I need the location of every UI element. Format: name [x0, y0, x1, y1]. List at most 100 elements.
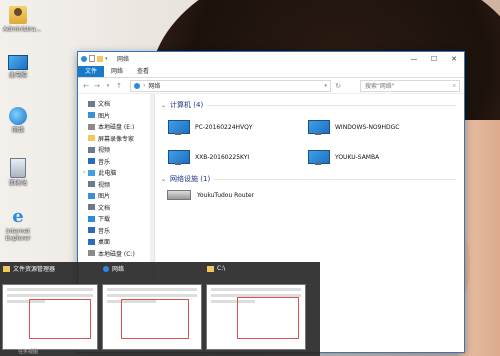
refresh-icon[interactable]: ↻ [334, 82, 342, 90]
network-icon [134, 82, 140, 89]
forward-arrow-icon[interactable]: → [93, 82, 101, 90]
tab-view[interactable]: 查看 [130, 66, 156, 77]
window-controls: — ☐ ✕ [404, 55, 464, 63]
maximize-button[interactable]: ☐ [424, 55, 444, 63]
desktop-icon-label: Internet Explorer [5, 228, 31, 242]
group-network-devices[interactable]: ⌄ 网络设施 (1) [161, 174, 464, 184]
network-icon [9, 107, 27, 125]
nav-item-label: 文档 [98, 101, 111, 109]
nav-item[interactable]: 图片 [78, 110, 154, 122]
properties-icon[interactable] [89, 55, 95, 62]
task-thumbnail-file-explorer[interactable]: 文件资源管理器 [0, 262, 100, 356]
nav-item[interactable]: 桌面 [78, 236, 154, 248]
desktop-icon-this-pc[interactable]: 此电脑 [3, 55, 33, 79]
nav-item-label: 图片 [98, 193, 111, 201]
desktop-icon-recycle-bin[interactable]: 回收站 [3, 158, 33, 187]
collapse-chevron-icon[interactable]: ⌄ [161, 176, 166, 183]
tab-file[interactable]: 文件 [78, 66, 105, 77]
computer-item[interactable]: WINDOWS-NO9HDGC [307, 116, 447, 138]
breadcrumb-network[interactable]: 网络 [148, 81, 160, 90]
router-icon [167, 190, 191, 200]
nav-item[interactable]: 音乐 [78, 225, 154, 237]
folder-icon [3, 265, 10, 272]
nav-item[interactable]: 音乐 [78, 156, 154, 168]
title-bar[interactable]: ▾ 网络 — ☐ ✕ [78, 52, 464, 65]
nav-item-label: 下载 [98, 216, 111, 224]
nav-item[interactable]: › 此电脑 [78, 167, 154, 179]
desktop-icon-label: Administra... [3, 26, 42, 33]
close-button[interactable]: ✕ [444, 55, 464, 63]
nav-item-label: 视频 [98, 147, 111, 155]
folder-icon [88, 135, 95, 142]
minimize-button[interactable]: — [404, 55, 424, 63]
recent-dropdown-icon[interactable]: ▾ [104, 83, 112, 89]
group-computers[interactable]: ⌄ 计算机 (4) [161, 100, 464, 110]
nav-item-label: 视频 [98, 181, 111, 189]
picture-icon [88, 192, 95, 199]
desktop-icon-label: 此电脑 [8, 72, 27, 79]
dropdown-icon[interactable]: ▾ [105, 56, 111, 62]
computer-label: WINDOWS-NO9HDGC [335, 123, 400, 131]
task-thumbnail-c-drive[interactable]: C:\ [204, 262, 308, 356]
collapse-chevron-icon[interactable]: ⌄ [161, 102, 166, 109]
address-dropdown-icon[interactable]: ▾ [324, 83, 327, 89]
address-bar[interactable]: › 网络 ▾ [130, 79, 331, 92]
expand-chevron-icon[interactable]: › [83, 169, 85, 176]
desktop-icon-administrator[interactable]: Administra... [3, 6, 42, 33]
nav-item-label: 桌面 [98, 239, 111, 247]
nav-item[interactable]: 视频 [78, 144, 154, 156]
router-label: YoukuTudou Router [197, 191, 255, 199]
thumbnail-title: C:\ [217, 265, 226, 272]
nav-item-label: 本地磁盘 (E:) [98, 124, 135, 132]
desktop-icon-label: 网络 [11, 127, 24, 134]
computer-item[interactable]: XXB-20160225KYI [167, 146, 307, 168]
nav-item-label: 图片 [98, 112, 111, 120]
new-folder-icon[interactable] [97, 55, 103, 62]
nav-item[interactable]: 本地磁盘 (E:) [78, 121, 154, 133]
router-item[interactable]: YoukuTudou Router [161, 190, 464, 200]
computer-item[interactable]: YOUKU-SAMBA [307, 146, 447, 168]
nav-item[interactable]: 屏幕录像专家 [78, 133, 154, 145]
video-icon [88, 181, 95, 188]
download-icon [88, 215, 95, 222]
thumbnail-header: 网络 [100, 262, 204, 275]
computer-icon [167, 149, 190, 165]
nav-item[interactable]: 本地磁盘 (C:) [78, 248, 154, 260]
nav-item[interactable]: 文档 [78, 98, 154, 110]
nav-item[interactable]: 文档 [78, 202, 154, 214]
computer-list: PC-20160224HVQY WINDOWS-NO9HDGC XXB-2016… [161, 116, 464, 168]
computer-item[interactable]: PC-20160224HVQY [167, 116, 307, 138]
quick-access-toolbar: ▾ [81, 55, 111, 62]
thumbnail-title: 文件资源管理器 [13, 266, 56, 273]
video-icon [88, 146, 95, 153]
desktop-icon-internet-explorer[interactable]: e Internet Explorer [3, 206, 33, 243]
ie-icon: e [12, 206, 24, 227]
tab-network[interactable]: 网络 [104, 66, 130, 77]
document-icon [88, 204, 95, 211]
nav-item[interactable]: 图片 [78, 190, 154, 202]
back-arrow-icon[interactable]: ← [82, 82, 90, 90]
nav-item[interactable]: 下载 [78, 213, 154, 225]
computer-label: YOUKU-SAMBA [335, 153, 380, 161]
search-input[interactable]: 搜索"网络" ⌕ [360, 79, 460, 92]
music-icon [88, 158, 95, 165]
task-thumbnail-network[interactable]: 网络 [100, 262, 204, 356]
up-arrow-icon[interactable]: ↑ [115, 82, 123, 90]
network-icon [103, 265, 109, 272]
computer-label: XXB-20160225KYI [195, 153, 250, 161]
thumbnail-preview [206, 284, 306, 350]
nav-item-label: 本地磁盘 (C:) [98, 250, 135, 258]
user-folder-icon [9, 6, 27, 24]
folder-icon [207, 265, 214, 272]
group-header: 网络设施 (1) [170, 175, 211, 183]
nav-item[interactable]: 视频 [78, 179, 154, 191]
desktop-icon-network[interactable]: 网络 [3, 107, 33, 134]
network-icon [81, 55, 87, 62]
document-icon [88, 100, 95, 107]
computer-icon [8, 55, 28, 70]
drive-icon [88, 123, 95, 130]
computer-icon [167, 119, 190, 135]
recycle-bin-icon [10, 158, 26, 178]
breadcrumb-chevron-icon: › [143, 82, 146, 89]
desktop-icon [88, 238, 95, 245]
